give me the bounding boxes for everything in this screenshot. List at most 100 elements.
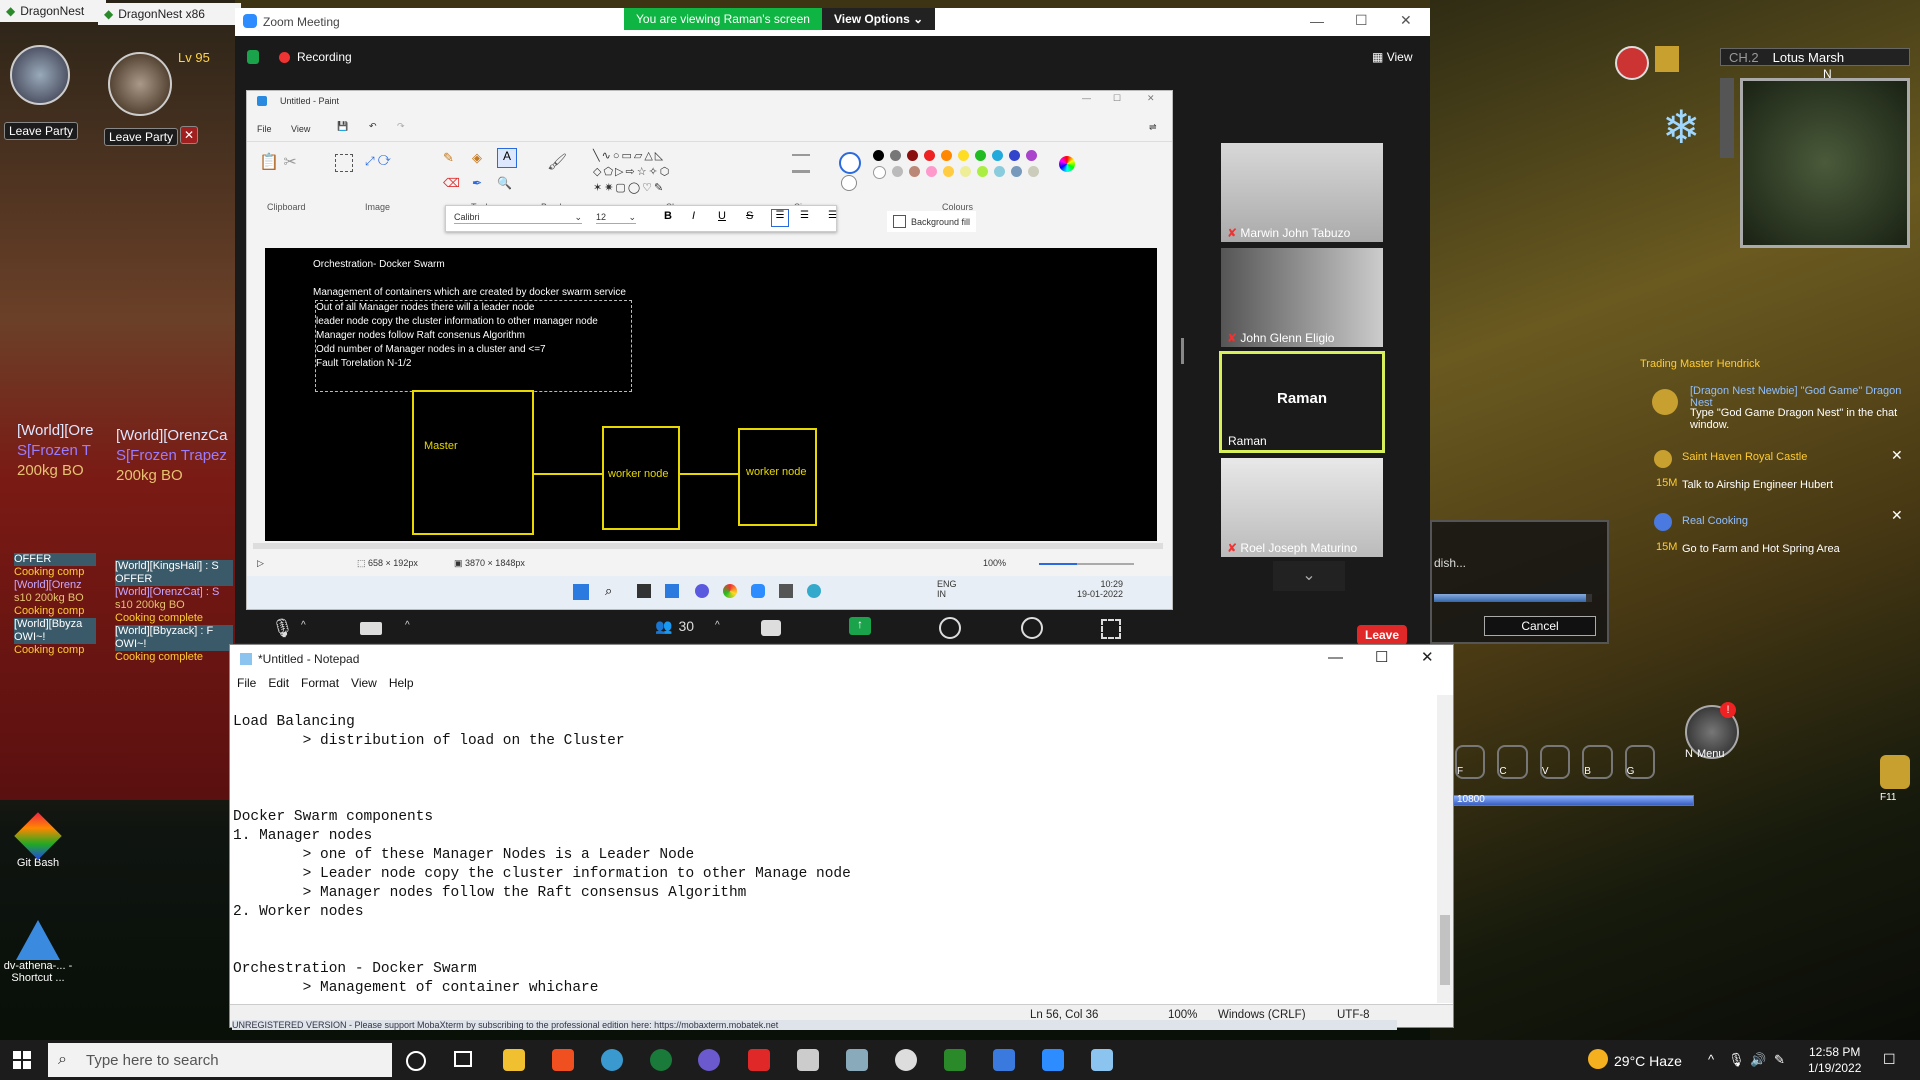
zoom-taskbar-icon[interactable] bbox=[1042, 1049, 1064, 1071]
tray-chevron-icon[interactable]: ^ bbox=[1708, 1052, 1714, 1067]
menu-format[interactable]: Format bbox=[301, 676, 339, 690]
pencil-icon[interactable]: ✎ bbox=[443, 150, 454, 166]
wps-icon[interactable] bbox=[748, 1049, 770, 1071]
align-left-icon[interactable]: ☰ bbox=[771, 209, 789, 227]
app-icon[interactable] bbox=[895, 1049, 917, 1071]
close-icon[interactable]: ✕ bbox=[1891, 507, 1903, 524]
horizontal-scrollbar[interactable] bbox=[253, 543, 1163, 549]
paint-taskbar-icon[interactable] bbox=[846, 1049, 868, 1071]
strikethrough-icon[interactable]: S bbox=[746, 210, 753, 222]
menu-label[interactable]: Menu bbox=[1697, 748, 1725, 760]
fill-icon[interactable]: ◈ bbox=[472, 150, 482, 166]
skill-slot[interactable]: G bbox=[1624, 745, 1656, 779]
notepad-taskbar-icon[interactable] bbox=[1091, 1049, 1113, 1071]
colour-swatch[interactable] bbox=[1026, 150, 1037, 161]
maximize-icon[interactable]: ☐ bbox=[1113, 93, 1121, 104]
close-icon[interactable]: ✕ bbox=[1891, 447, 1903, 464]
colour-swatch[interactable] bbox=[907, 150, 918, 161]
record-button-icon[interactable] bbox=[939, 617, 961, 639]
colour-swatch[interactable] bbox=[1028, 166, 1039, 177]
apps-icon[interactable] bbox=[1101, 619, 1121, 639]
colour-swatch[interactable] bbox=[873, 150, 884, 161]
close-icon[interactable]: ✕ bbox=[1147, 93, 1155, 104]
leave-party-button[interactable]: Leave Party bbox=[104, 128, 179, 146]
brave-icon[interactable] bbox=[552, 1049, 574, 1071]
leave-party-button[interactable]: Leave Party bbox=[4, 122, 79, 140]
image-tools-icon[interactable]: ⤢ ⟳ bbox=[365, 154, 391, 169]
colour-swatch[interactable] bbox=[892, 166, 903, 177]
colour-swatch[interactable] bbox=[926, 166, 937, 177]
weather-label[interactable]: 29°C Haze bbox=[1614, 1053, 1682, 1069]
game-titlebar-1[interactable]: ◆ DragonNest bbox=[0, 0, 106, 22]
quest-title[interactable]: Real Cooking bbox=[1682, 515, 1748, 527]
maximize-icon[interactable]: ☐ bbox=[1375, 648, 1388, 666]
windows-start-icon[interactable] bbox=[13, 1051, 31, 1069]
share-screen-icon[interactable]: ↑ bbox=[849, 617, 871, 635]
eraser-icon[interactable]: ⌫ bbox=[443, 176, 460, 190]
microphone-icon[interactable]: 🎙 bbox=[1728, 1052, 1745, 1068]
save-icon[interactable]: 💾 bbox=[337, 121, 348, 132]
colour-swatch[interactable] bbox=[977, 166, 988, 177]
clipboard-tools[interactable]: 📋 ✂ bbox=[259, 152, 309, 182]
font-select[interactable]: Calibri ⌄ bbox=[454, 212, 582, 224]
colour-swatch[interactable] bbox=[890, 150, 901, 161]
align-center-icon[interactable]: ☰ bbox=[800, 210, 809, 221]
menu-file[interactable]: File bbox=[237, 676, 256, 690]
paint-canvas[interactable]: Orchestration- Docker Swarm Management o… bbox=[265, 248, 1157, 541]
video-icon[interactable] bbox=[360, 622, 382, 635]
minimap-zoom-controls[interactable] bbox=[1720, 78, 1734, 158]
leave-button[interactable]: Leave bbox=[1357, 625, 1408, 645]
edit-colours-icon[interactable] bbox=[1059, 156, 1075, 172]
colour-swatch[interactable] bbox=[924, 150, 935, 161]
colour-swatch[interactable] bbox=[873, 166, 886, 179]
skill-slot[interactable]: F bbox=[1455, 745, 1486, 779]
colour-palette[interactable] bbox=[873, 150, 1043, 179]
undo-icon[interactable]: ↶ bbox=[369, 121, 377, 132]
paint-menu-file[interactable]: File bbox=[257, 124, 272, 134]
taskbar-search[interactable]: ⌕ Type here to search bbox=[48, 1043, 392, 1077]
participant-tile[interactable]: ✘ Roel Joseph Maturino bbox=[1221, 458, 1383, 557]
size-icon[interactable] bbox=[792, 154, 810, 173]
pen-icon[interactable]: ✎ bbox=[1774, 1052, 1785, 1068]
calculator-icon[interactable] bbox=[993, 1049, 1015, 1071]
minimize-icon[interactable]: — bbox=[1328, 649, 1343, 666]
weather-icon[interactable] bbox=[1588, 1049, 1608, 1069]
zoom-slider[interactable] bbox=[1039, 563, 1134, 565]
recording-label[interactable]: Recording bbox=[297, 50, 352, 64]
colour-2-swatch[interactable] bbox=[841, 175, 857, 191]
notifications-icon[interactable]: ☐ bbox=[1883, 1051, 1896, 1068]
background-fill-toggle[interactable]: Background fill bbox=[887, 211, 977, 232]
skill-slot[interactable]: C bbox=[1497, 745, 1528, 779]
menu-edit[interactable]: Edit bbox=[268, 676, 289, 690]
colour-swatch[interactable] bbox=[994, 166, 1005, 177]
quest-title[interactable]: [Dragon Nest Newbie] "God Game" Dragon N… bbox=[1690, 385, 1915, 409]
close-icon[interactable]: ✕ bbox=[1421, 648, 1434, 666]
minimize-icon[interactable]: — bbox=[1310, 13, 1324, 29]
text-selection-box[interactable]: Out of all Manager nodes there will a le… bbox=[315, 300, 632, 392]
dragonnest-taskbar-icon[interactable] bbox=[944, 1049, 966, 1071]
redo-icon[interactable]: ↷ bbox=[397, 121, 405, 132]
scroll-down-icon[interactable]: ⌄ bbox=[1273, 561, 1345, 591]
colour-swatch[interactable] bbox=[943, 166, 954, 177]
virtualbox-icon[interactable] bbox=[797, 1049, 819, 1071]
italic-icon[interactable]: I bbox=[692, 210, 695, 222]
skill-slot[interactable]: B bbox=[1582, 745, 1613, 779]
participant-tile[interactable]: ✘ John Glenn Eligio bbox=[1221, 248, 1383, 347]
vertical-scrollbar[interactable] bbox=[1437, 695, 1453, 1003]
file-explorer-icon[interactable] bbox=[503, 1049, 525, 1071]
athena-shortcut[interactable]: dv-athena-... - Shortcut ... bbox=[2, 920, 74, 984]
chevron-up-icon[interactable]: ^ bbox=[301, 620, 306, 631]
participants-button[interactable]: 👥 30 bbox=[655, 618, 694, 635]
colour-swatch[interactable] bbox=[941, 150, 952, 161]
volume-icon[interactable]: 🔊 bbox=[1750, 1052, 1766, 1068]
align-right-icon[interactable]: ☰ bbox=[828, 210, 837, 221]
picker-icon[interactable]: ✒ bbox=[472, 176, 482, 190]
view-options-button[interactable]: View Options ⌄ bbox=[821, 8, 936, 30]
game-titlebar-2[interactable]: ◆ DragonNest x86 bbox=[98, 3, 241, 25]
colour-swatch[interactable] bbox=[958, 150, 969, 161]
reactions-icon[interactable] bbox=[1021, 617, 1043, 639]
colour-swatch[interactable] bbox=[1009, 150, 1020, 161]
quest-title[interactable]: Saint Haven Royal Castle bbox=[1682, 451, 1807, 463]
magnifier-icon[interactable]: 🔍 bbox=[497, 176, 512, 190]
event-icon[interactable] bbox=[1615, 46, 1649, 80]
